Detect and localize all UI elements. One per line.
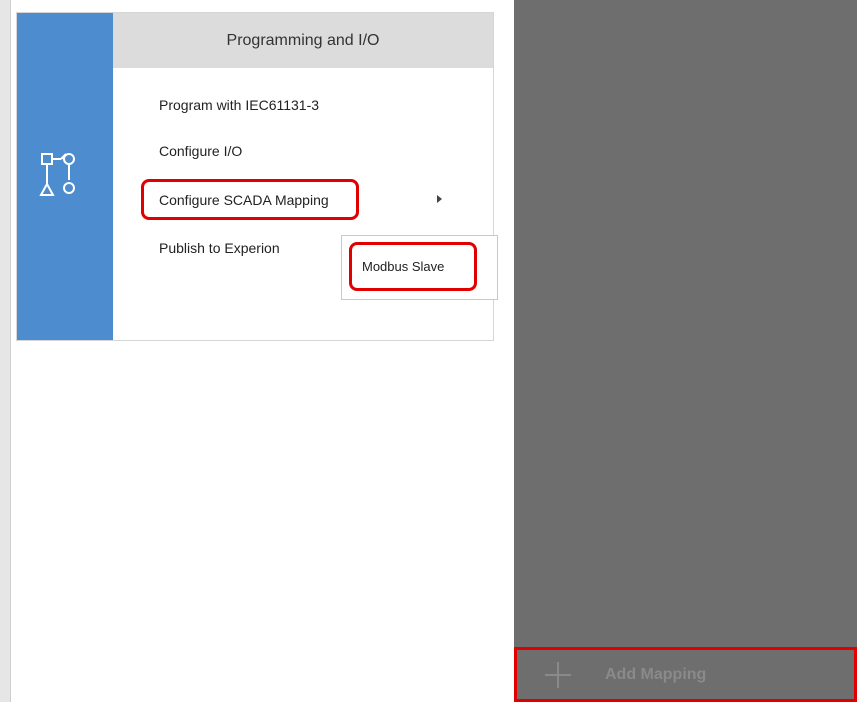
add-mapping-button[interactable]: Add Mapping: [514, 647, 857, 702]
left-edge-strip: [0, 0, 11, 702]
menu-header: Programming and I/O: [113, 13, 493, 68]
mapping-panel: [514, 0, 857, 702]
menu-item-program-iec61131[interactable]: Program with IEC61131-3: [159, 97, 319, 113]
add-mapping-label: Add Mapping: [605, 666, 707, 683]
menu-item-publish-experion[interactable]: Publish to Experion: [159, 240, 280, 256]
menu-item-configure-io[interactable]: Configure I/O: [159, 143, 242, 159]
submenu-arrow-icon: [437, 195, 442, 203]
scada-mapping-submenu: Modbus Slave: [341, 235, 498, 300]
menu-item-configure-scada-mapping[interactable]: Configure SCADA Mapping: [141, 179, 359, 220]
flow-diagram-icon: [39, 153, 75, 196]
menu-side-panel: [17, 13, 113, 340]
submenu-item-modbus-slave[interactable]: Modbus Slave: [349, 242, 477, 291]
plus-icon: [545, 662, 571, 688]
